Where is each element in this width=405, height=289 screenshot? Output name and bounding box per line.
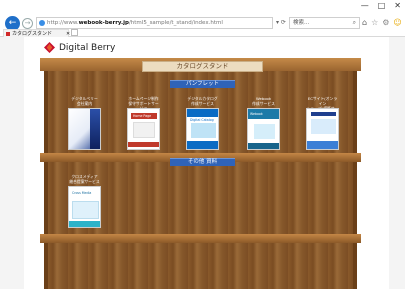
- address-controls[interactable]: ▾ ⟳: [276, 17, 286, 29]
- book-cover[interactable]: Home Page: [127, 108, 160, 150]
- arrow-right-icon: →: [24, 19, 31, 27]
- book-item[interactable]: ECサイト(オンライン ショップ)構築サービス: [306, 96, 339, 150]
- book-cover[interactable]: Digital Catalog: [186, 108, 219, 150]
- home-icon[interactable]: ⌂: [362, 16, 367, 29]
- book-item[interactable]: クロスメディア 総合提案サービス Cross Media: [68, 174, 101, 228]
- section-other-label[interactable]: その他 資料: [170, 158, 235, 166]
- book-cover[interactable]: [68, 108, 101, 150]
- search-placeholder: 検索...: [293, 20, 310, 26]
- book-item[interactable]: デジタルカタログ 作成サービス Digital Catalog: [186, 96, 219, 150]
- book-cover[interactable]: [306, 108, 339, 150]
- smiley-icon[interactable]: ☺: [393, 16, 401, 29]
- book-label: ホームページ制作 保守サポートサービス: [128, 96, 159, 111]
- close-button[interactable]: ✕: [394, 1, 401, 10]
- search-input[interactable]: 検索... ⌕: [289, 17, 360, 29]
- book-label: ECサイト(オンライン ショップ)構築サービス: [307, 96, 339, 116]
- book-label: クロスメディア 総合提案サービス: [69, 174, 100, 184]
- book-item[interactable]: ホームページ制作 保守サポートサービス Home Page: [127, 96, 160, 150]
- browser-chrome: — □ ✕ ← → http://www.webook-berry.jp/htm…: [0, 0, 405, 45]
- book-label: デジタルカタログ 作成サービス: [187, 96, 218, 106]
- book-cover[interactable]: Cross Media: [68, 186, 101, 228]
- search-icon: ⌕: [352, 19, 356, 26]
- book-item[interactable]: Webook 作成サービス Webook: [247, 96, 280, 150]
- book-cover-title: Webook: [250, 112, 263, 116]
- shelf-board: [40, 234, 361, 243]
- book-label: Webook 作成サービス: [252, 96, 275, 106]
- book-item[interactable]: デジタルベリー 会社案内: [68, 96, 101, 150]
- minimize-button[interactable]: —: [361, 1, 369, 10]
- forward-button[interactable]: →: [22, 18, 33, 29]
- section-pamphlet-label[interactable]: パンフレット: [170, 80, 235, 88]
- book-cover-title: Digital Catalog: [190, 118, 214, 122]
- browser-tab[interactable]: カタログスタンド(Webook) ✕: [3, 29, 70, 45]
- tab-favicon-icon: [6, 32, 10, 36]
- gear-icon[interactable]: ⚙: [382, 16, 389, 29]
- address-path: /html5_sample/t_stand/index.html: [128, 20, 223, 26]
- digital-berry-logo-icon: [44, 42, 55, 53]
- maximize-button[interactable]: □: [378, 1, 386, 10]
- window-controls: — □ ✕: [361, 1, 401, 10]
- site-icon: [39, 20, 45, 26]
- book-cover-title: Home Page: [133, 114, 152, 118]
- shelf-title: カタログスタンド: [142, 61, 263, 72]
- new-tab-button[interactable]: [71, 29, 78, 36]
- book-cover[interactable]: Webook: [247, 108, 280, 150]
- toolbar-icons: ⌂ ☆ ⚙ ☺: [362, 16, 402, 29]
- arrow-left-icon: ←: [8, 18, 17, 28]
- star-icon[interactable]: ☆: [371, 16, 378, 29]
- book-label: デジタルベリー 会社案内: [71, 96, 98, 106]
- book-cover-title: Cross Media: [72, 191, 92, 195]
- logo-text: Digital Berry: [59, 42, 116, 53]
- logo[interactable]: Digital Berry: [44, 42, 115, 53]
- address-bar[interactable]: http://www.webook-berry.jp/html5_sample/…: [36, 17, 273, 29]
- address-prefix: http://www.: [47, 20, 79, 26]
- address-host: webook-berry.jp: [78, 20, 129, 26]
